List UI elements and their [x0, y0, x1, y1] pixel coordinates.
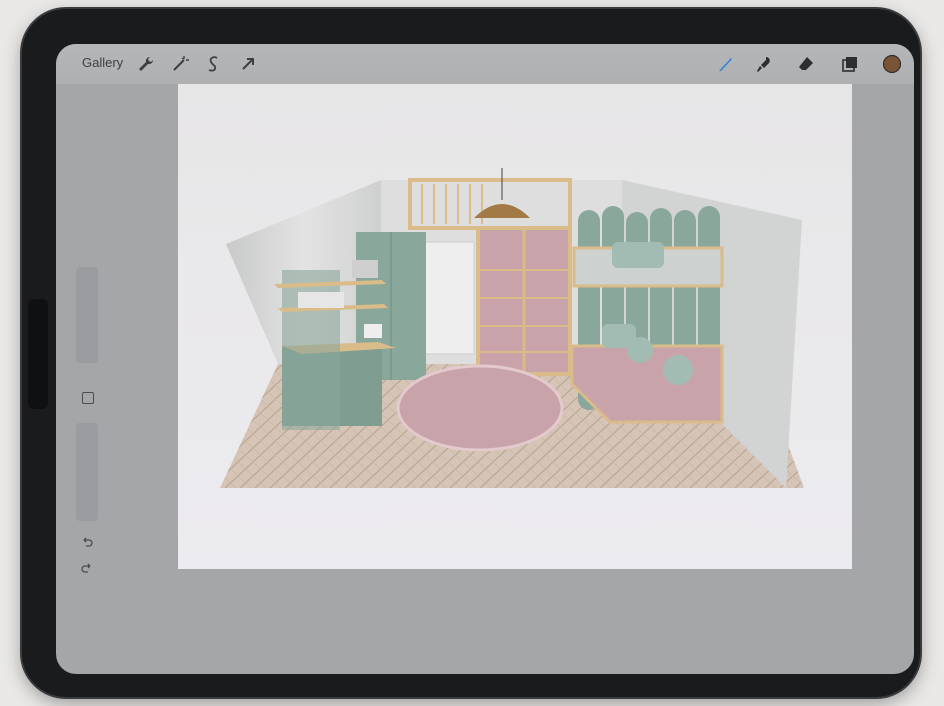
- procreate-screen: Gallery: [56, 44, 914, 674]
- modify-button[interactable]: [82, 392, 94, 404]
- left-sidebar: [74, 267, 100, 585]
- selection-icon[interactable]: [204, 54, 224, 74]
- transform-arrow-icon[interactable]: [238, 54, 258, 74]
- drawing-canvas[interactable]: [178, 84, 852, 569]
- undo-icon[interactable]: [81, 535, 93, 547]
- device-camera: [28, 299, 48, 409]
- gallery-button[interactable]: Gallery: [82, 55, 123, 70]
- eraser-icon[interactable]: [796, 54, 816, 74]
- bedroom-illustration: [178, 84, 852, 569]
- wrench-icon[interactable]: [136, 54, 156, 74]
- brush-size-slider[interactable]: [76, 267, 98, 363]
- color-swatch[interactable]: [882, 54, 902, 74]
- smudge-icon[interactable]: [754, 54, 774, 74]
- layers-icon[interactable]: [840, 54, 860, 74]
- top-toolbar: Gallery: [56, 44, 914, 84]
- brush-icon[interactable]: [716, 54, 736, 74]
- ipad-frame: Gallery: [22, 9, 920, 697]
- brush-opacity-slider[interactable]: [76, 423, 98, 521]
- magic-wand-icon[interactable]: [170, 54, 190, 74]
- redo-icon[interactable]: [81, 561, 93, 573]
